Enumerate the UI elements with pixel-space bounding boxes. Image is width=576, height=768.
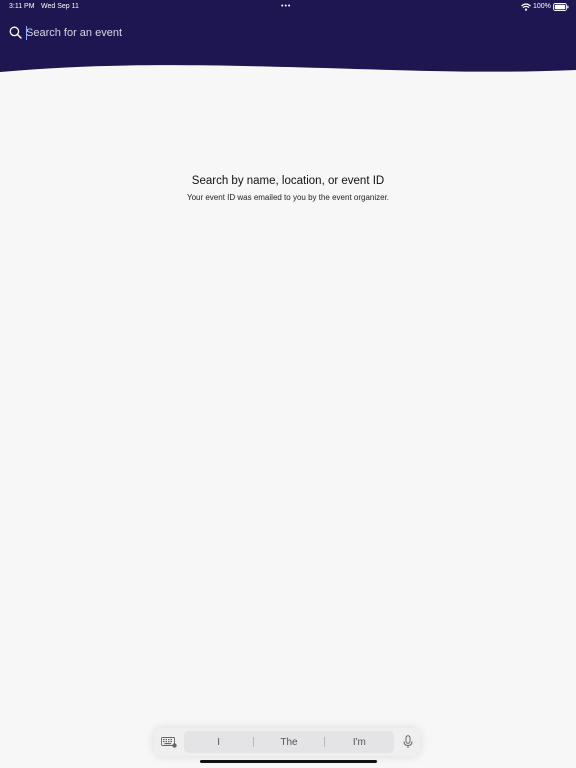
suggestion-item[interactable]: The bbox=[254, 737, 323, 748]
keyboard-icon[interactable] bbox=[161, 737, 177, 748]
more-dots-icon[interactable]: ••• bbox=[281, 3, 291, 10]
wifi-icon bbox=[521, 3, 531, 11]
search-bar[interactable] bbox=[8, 24, 568, 42]
status-date: Wed Sep 11 bbox=[41, 3, 79, 10]
header-wave bbox=[0, 65, 576, 80]
empty-state: Search by name, location, or event ID Yo… bbox=[0, 175, 576, 202]
home-indicator[interactable] bbox=[200, 760, 377, 763]
status-bar: 3:11 PM Wed Sep 11 ••• 100% bbox=[0, 0, 576, 14]
text-caret bbox=[26, 26, 27, 40]
predictive-text-bar: I The I'm bbox=[184, 731, 394, 753]
empty-state-subtitle: Your event ID was emailed to you by the … bbox=[186, 193, 390, 202]
header: 3:11 PM Wed Sep 11 ••• 100% bbox=[0, 0, 576, 80]
suggestion-item[interactable]: I'm bbox=[325, 737, 394, 748]
search-icon bbox=[9, 26, 22, 39]
battery-icon bbox=[553, 3, 569, 11]
keyboard-shortcut-bar: I The I'm bbox=[154, 728, 420, 756]
suggestion-item[interactable]: I bbox=[184, 737, 253, 748]
search-input[interactable] bbox=[26, 24, 426, 42]
microphone-icon[interactable] bbox=[403, 735, 413, 749]
battery-percentage: 100% bbox=[533, 3, 551, 10]
status-time: 3:11 PM bbox=[9, 3, 35, 10]
empty-state-title: Search by name, location, or event ID bbox=[191, 175, 385, 187]
